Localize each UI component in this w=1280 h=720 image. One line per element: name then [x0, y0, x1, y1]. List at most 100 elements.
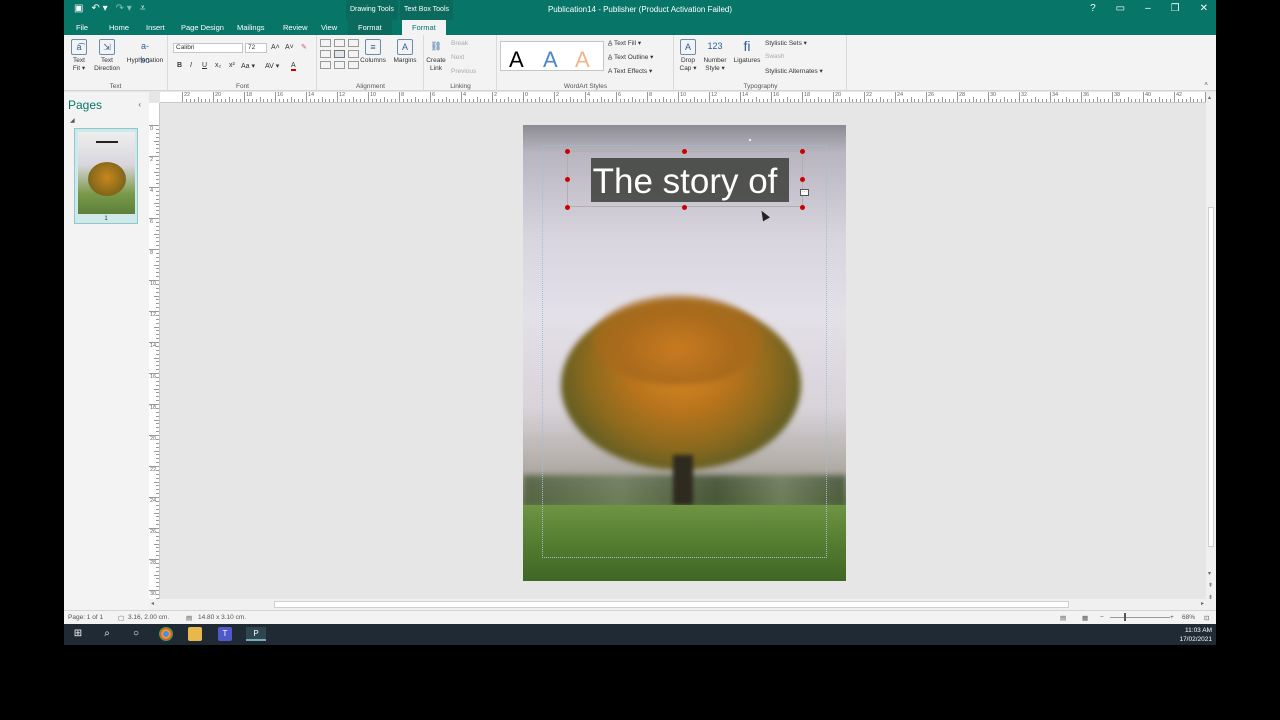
text-fill-button[interactable]: A̲ Text Fill ▾	[608, 39, 641, 47]
change-case-button[interactable]: Aa ▾	[241, 62, 255, 70]
character-spacing-button[interactable]: AV ▾	[265, 62, 279, 70]
previous-link-button[interactable]: Previous	[451, 68, 476, 75]
tab-mailings[interactable]: Mailings	[237, 23, 265, 32]
font-color-button[interactable]: A	[291, 62, 296, 71]
teams-icon[interactable]: T	[218, 627, 232, 641]
ribbon-display-button[interactable]: ▭	[1116, 3, 1125, 14]
create-link-button[interactable]: ⛓ Create Link	[425, 39, 447, 73]
scroll-up-icon[interactable]: ▴	[1208, 94, 1211, 101]
font-size-combo[interactable]: 72	[245, 43, 267, 53]
title-text[interactable]: The story of	[568, 162, 802, 202]
resize-handle-top[interactable]	[682, 149, 687, 154]
swash-button[interactable]: Swash	[765, 53, 785, 60]
align-top-left-icon[interactable]	[320, 39, 331, 47]
title-text-box[interactable]: The story of	[567, 151, 803, 207]
drop-cap-button[interactable]: A Drop Cap ▾	[677, 39, 699, 73]
tab-format-drawing[interactable]: Format	[348, 20, 392, 35]
horizontal-scroll-thumb[interactable]	[274, 601, 1069, 608]
resize-handle-top-left[interactable]	[565, 149, 570, 154]
italic-button[interactable]: I	[190, 62, 192, 69]
zoom-in-icon[interactable]: +	[1170, 614, 1174, 621]
text-overflow-icon[interactable]: ⋯	[800, 189, 809, 196]
text-direction-button[interactable]: ⇲ Text Direction	[92, 39, 122, 73]
underline-button[interactable]: U	[202, 62, 207, 69]
zoom-slider-thumb[interactable]	[1124, 613, 1126, 621]
vertical-scrollbar[interactable]: ▴ ▾ ⇞ ⇟	[1206, 92, 1216, 610]
chrome-icon[interactable]	[159, 627, 173, 641]
zoom-out-icon[interactable]: −	[1100, 614, 1104, 621]
resize-handle-top-right[interactable]	[800, 149, 805, 154]
task-view-icon[interactable]: ○	[129, 627, 143, 641]
fit-page-icon[interactable]: ⊡	[1204, 614, 1209, 622]
scroll-right-icon[interactable]: ▸	[1201, 600, 1204, 607]
expand-triangle-icon[interactable]: ◢	[70, 117, 75, 124]
ligatures-button[interactable]: ﬁ Ligatures	[731, 39, 763, 65]
windows-start-icon[interactable]: ⊞	[71, 627, 85, 641]
zoom-level[interactable]: 68%	[1182, 614, 1195, 621]
align-bottom-center-icon[interactable]	[334, 61, 345, 69]
stylistic-alternates-button[interactable]: Stylistic Alternates ▾	[765, 67, 823, 75]
text-effects-button[interactable]: A Text Effects ▾	[608, 67, 652, 75]
margins-button[interactable]: A Margins	[390, 39, 420, 65]
hyphenation-button[interactable]: a-bc Hyphenation	[124, 39, 166, 65]
tab-file[interactable]: File	[76, 23, 88, 32]
restore-button[interactable]: ❐	[1171, 3, 1180, 14]
close-button[interactable]: ✕	[1200, 3, 1208, 14]
file-explorer-icon[interactable]	[188, 627, 202, 641]
wordart-orange-sample[interactable]: A	[575, 47, 590, 73]
break-link-button[interactable]: Break	[451, 40, 468, 47]
clock[interactable]: 11:03 AM 17/02/2021	[1179, 626, 1212, 644]
tab-page-design[interactable]: Page Design	[181, 23, 224, 32]
font-name-combo[interactable]: Calibri	[173, 43, 243, 53]
next-page-icon[interactable]: ⇟	[1208, 594, 1213, 601]
wordart-gallery[interactable]: A A A	[500, 41, 604, 73]
align-bottom-left-icon[interactable]	[320, 61, 331, 69]
publisher-taskbar-icon[interactable]: P	[246, 627, 266, 641]
wordart-blue-sample[interactable]: A	[543, 47, 558, 73]
horizontal-ruler[interactable]: 22 20 18 16 14 12 10 8 6 4 2 0 2 4 6 8 10 12 14 16 18 20 22 24 2…	[160, 92, 1206, 103]
single-page-view-icon[interactable]: ▤	[1060, 614, 1066, 622]
bold-button[interactable]: B	[177, 62, 182, 69]
subscript-button[interactable]: x₂	[215, 62, 221, 69]
collapse-pages-button[interactable]: ‹	[138, 100, 141, 109]
page-thumbnail[interactable]: 1	[74, 128, 138, 224]
help-button[interactable]: ?	[1090, 3, 1096, 14]
document-workspace[interactable]: The story of ⋯	[160, 103, 1206, 599]
stylistic-sets-button[interactable]: Stylistic Sets ▾	[765, 39, 807, 47]
align-middle-center-icon[interactable]	[334, 50, 345, 58]
text-fit-button[interactable]: a͡ Text Fit ▾	[68, 39, 90, 73]
minimize-button[interactable]: –	[1145, 3, 1151, 14]
tab-format-textbox[interactable]: Format	[402, 20, 446, 35]
rotate-handle[interactable]	[748, 138, 752, 142]
scroll-left-icon[interactable]: ◂	[151, 600, 154, 607]
two-page-view-icon[interactable]: ▦	[1082, 614, 1088, 622]
scroll-down-icon[interactable]: ▾	[1208, 570, 1211, 577]
tab-home[interactable]: Home	[109, 23, 129, 32]
shrink-font-button[interactable]: A˅	[285, 44, 294, 51]
superscript-button[interactable]: x²	[229, 62, 235, 69]
tab-view[interactable]: View	[321, 23, 337, 32]
page-indicator[interactable]: Page: 1 of 1	[68, 614, 103, 621]
resize-handle-right[interactable]	[800, 177, 805, 182]
number-style-button[interactable]: 123 Number Style ▾	[701, 39, 729, 73]
align-middle-left-icon[interactable]	[320, 50, 331, 58]
horizontal-scrollbar[interactable]: ◂ ▸	[149, 599, 1206, 610]
clear-formatting-icon[interactable]: ✎	[301, 43, 307, 51]
search-icon[interactable]: ⌕	[100, 627, 114, 641]
vertical-ruler[interactable]: 0 2 4 6 8 10 12 14 16 18 20 22 24 26 28 30	[149, 103, 160, 599]
resize-handle-bottom-left[interactable]	[565, 205, 570, 210]
previous-page-icon[interactable]: ⇞	[1208, 582, 1213, 589]
tab-insert[interactable]: Insert	[146, 23, 165, 32]
resize-handle-bottom-right[interactable]	[800, 205, 805, 210]
next-link-button[interactable]: Next	[451, 54, 464, 61]
resize-handle-bottom[interactable]	[682, 205, 687, 210]
wordart-black-sample[interactable]: A	[509, 47, 524, 73]
grow-font-button[interactable]: A˄	[271, 44, 280, 51]
tab-review[interactable]: Review	[283, 23, 308, 32]
vertical-scroll-thumb[interactable]	[1208, 207, 1214, 547]
zoom-slider[interactable]	[1110, 617, 1170, 618]
collapse-ribbon-icon[interactable]: ˄	[1204, 81, 1208, 88]
text-outline-button[interactable]: A̲ Text Outline ▾	[608, 53, 653, 61]
resize-handle-left[interactable]	[565, 177, 570, 182]
columns-button[interactable]: ≡ Columns	[358, 39, 388, 65]
